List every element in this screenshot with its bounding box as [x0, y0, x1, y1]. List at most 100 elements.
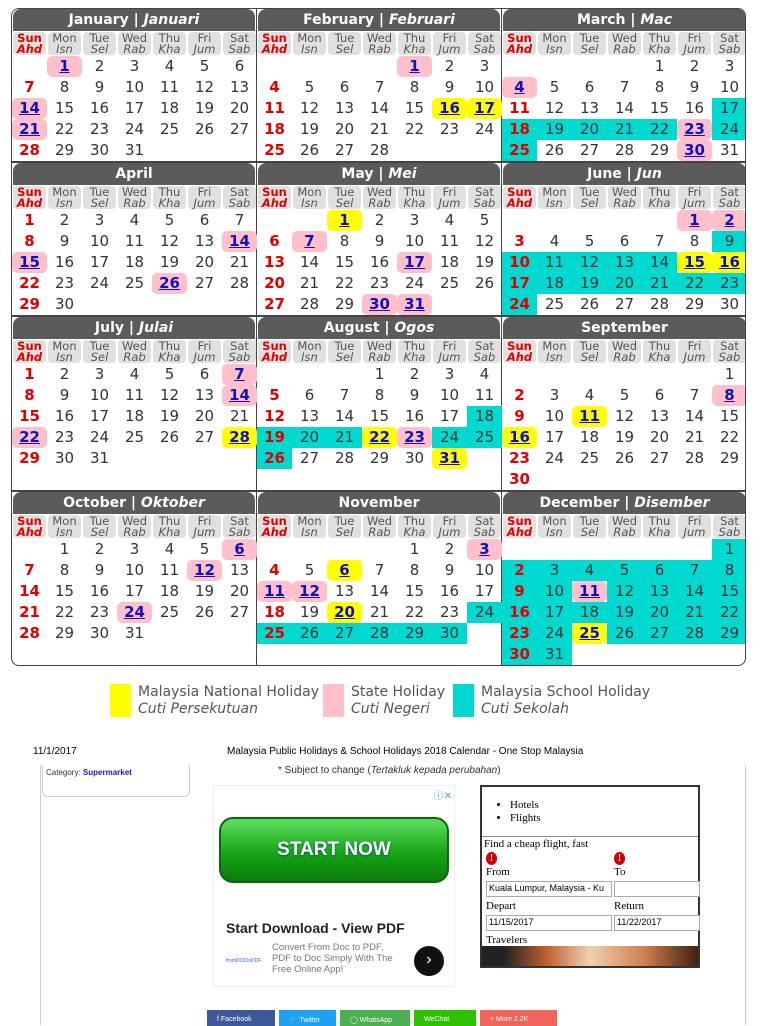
state-holiday-cell[interactable]: 12	[187, 560, 222, 581]
state-holiday-cell[interactable]: 12	[292, 581, 327, 602]
state-holiday-cell[interactable]: 30	[677, 140, 712, 161]
state-holiday-cell[interactable]: 1	[47, 56, 82, 77]
state-holiday-cell[interactable]: 1	[397, 56, 432, 77]
month-name: April	[115, 166, 153, 182]
hotel-image	[482, 946, 698, 966]
day-cell: 17	[474, 582, 495, 600]
weekday-ms: Sab	[473, 350, 496, 364]
empty-cell	[257, 56, 292, 77]
month-header: December | Disember	[503, 492, 745, 514]
state-holiday-cell[interactable]: 23	[397, 427, 432, 448]
day-cell: 29	[649, 141, 670, 159]
state-holiday-cell[interactable]: 14	[12, 98, 47, 119]
return-input[interactable]: 11/22/2017	[614, 915, 700, 931]
ad-title[interactable]: Start Download - View PDF	[226, 920, 405, 936]
weekday-header: Sun Ahd Mon Isn Tue Sel Wed Rab Thu Kha Fri Jum Sat S…	[257, 31, 501, 56]
state-holiday-cell[interactable]: 3	[467, 539, 502, 560]
start-now-button[interactable]: START NOW	[219, 817, 449, 883]
day-cell: 2	[59, 211, 70, 229]
state-holiday-cell[interactable]: 31	[397, 294, 432, 315]
print-title: Malaysia Public Holidays & School Holida…	[227, 746, 584, 757]
month-header: September	[503, 317, 745, 339]
national-holiday-cell[interactable]: 16	[502, 427, 537, 448]
month-october: October | Oktober Sun Ahd Mon Isn Tue Sel Wed Ra…	[12, 492, 257, 665]
day-cell: 16	[404, 407, 425, 425]
weekday-sat: Sat Sab	[468, 340, 501, 363]
state-holiday-cell[interactable]: 7	[222, 364, 257, 385]
state-holiday-cell[interactable]: 11	[257, 581, 292, 602]
national-holiday-cell[interactable]: 20	[327, 602, 362, 623]
state-holiday-cell[interactable]: 24	[117, 602, 152, 623]
state-holiday-cell[interactable]: 30	[362, 294, 397, 315]
advertisement[interactable]: ⓘ✕ START NOW Start Download - View PDF f…	[213, 785, 455, 987]
day-cell: 11	[159, 561, 180, 579]
day-cell: 13	[229, 561, 250, 579]
day-cell: 8	[59, 78, 70, 96]
national-holiday-cell[interactable]: 1	[327, 210, 362, 231]
national-holiday-cell[interactable]: 11	[572, 406, 607, 427]
national-holiday-cell[interactable]: 15	[677, 252, 712, 273]
empty-cell	[292, 539, 327, 560]
depart-input[interactable]: 11/15/2017	[486, 915, 612, 931]
national-holiday-cell[interactable]: 16	[712, 252, 745, 273]
ad-close-icon[interactable]: ⓘ✕	[434, 787, 452, 802]
weekday-header: Sun Ahd Mon Isn Tue Sel Wed Rab Thu Kha Fri Jum Sat S…	[12, 339, 256, 364]
national-holiday-cell[interactable]: 17	[467, 98, 502, 119]
national-holiday-cell[interactable]: 22	[362, 427, 397, 448]
weekday-wed: Wed Rab	[363, 515, 396, 538]
month-name-ms: Januari	[143, 12, 200, 28]
from-input[interactable]: Kuala Lumpur, Malaysia - Ku	[486, 881, 612, 897]
national-holiday-cell[interactable]: 25	[572, 623, 607, 644]
day-cell: 23	[54, 274, 75, 292]
flight-search-widget: Hotels Flights Find a cheap flight, fast…	[480, 785, 700, 968]
state-holiday-cell[interactable]: 8	[712, 385, 745, 406]
national-holiday-cell[interactable]: 31	[432, 448, 467, 469]
to-input[interactable]	[614, 881, 700, 897]
state-holiday-cell[interactable]: 6	[222, 539, 257, 560]
weekday-ms: Jum	[193, 42, 216, 56]
hotels-link[interactable]: Hotels	[510, 799, 698, 812]
weekday-ms: Kha	[648, 196, 671, 210]
empty-cell	[537, 539, 572, 560]
day-cell: 13	[299, 407, 320, 425]
empty-cell	[572, 210, 607, 231]
state-holiday-cell[interactable]: 17	[397, 252, 432, 273]
day-cell: 31	[124, 624, 145, 642]
state-holiday-cell[interactable]: 7	[292, 231, 327, 252]
month-september: September Sun Ahd Mon Isn Tue Sel Wed Rab Thu Kha F…	[502, 317, 745, 490]
chevron-right-icon[interactable]: ›	[414, 946, 444, 976]
state-holiday-cell[interactable]: 14	[222, 231, 257, 252]
state-holiday-cell[interactable]: 15	[12, 252, 47, 273]
category-link[interactable]: Supermarket	[83, 768, 132, 777]
day-cell: 14	[19, 582, 40, 600]
weekday-ms: Isn	[301, 42, 318, 56]
state-holiday-cell[interactable]: 26	[152, 273, 187, 294]
day-cell: 17	[124, 99, 145, 117]
state-holiday-cell[interactable]: 14	[222, 385, 257, 406]
state-holiday-cell[interactable]: 11	[572, 581, 607, 602]
day-cell: 19	[614, 428, 635, 446]
weekday-ms: Ahd	[16, 525, 43, 539]
school-holiday-cell: 28	[677, 623, 712, 644]
state-holiday-cell[interactable]: 22	[12, 427, 47, 448]
month-name: March	[576, 12, 626, 28]
national-holiday-cell[interactable]: 28	[222, 427, 257, 448]
state-holiday-cell[interactable]: 4	[502, 77, 537, 98]
day-cell: 24	[404, 274, 425, 292]
day-cell: 2	[444, 540, 455, 558]
national-holiday-cell[interactable]: 16	[432, 98, 467, 119]
day-cell: 26	[194, 120, 215, 138]
day-cell: 11	[124, 386, 145, 404]
state-holiday-cell[interactable]: 21	[12, 119, 47, 140]
day-cell: 13	[194, 386, 215, 404]
state-holiday-cell[interactable]: 23	[677, 119, 712, 140]
flights-link[interactable]: Flights	[510, 812, 698, 825]
day-cell: 24	[124, 120, 145, 138]
school-holiday-cell: 10	[502, 252, 537, 273]
day-cell: 21	[369, 603, 390, 621]
state-holiday-cell[interactable]: 2	[712, 210, 745, 231]
month-december: December | Disember Sun Ahd Mon Isn Tue Sel Wed…	[502, 492, 745, 665]
month-name: May	[341, 166, 374, 182]
state-holiday-cell[interactable]: 1	[677, 210, 712, 231]
national-holiday-cell[interactable]: 6	[327, 560, 362, 581]
